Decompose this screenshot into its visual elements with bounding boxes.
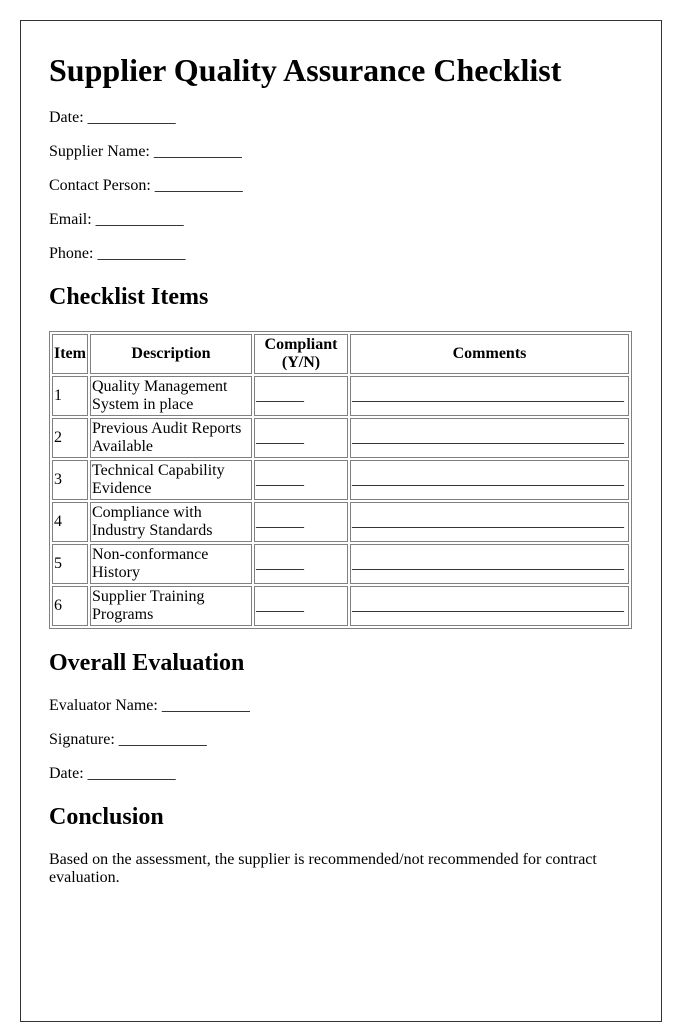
table-header-row: Item Description Compliant (Y/N) Comment…: [52, 334, 629, 374]
item-description: Compliance with Industry Standards: [89, 502, 252, 542]
table-row: 2 Previous Audit Reports Available _____…: [52, 418, 629, 458]
field-signature: Signature: ___________: [49, 731, 632, 749]
compliant-blank[interactable]: ______: [256, 471, 304, 488]
page-title: Supplier Quality Assurance Checklist: [49, 52, 562, 88]
field-label: Supplier Name:: [49, 143, 150, 160]
item-number: 6: [52, 586, 88, 626]
compliant-blank[interactable]: ______: [256, 597, 304, 614]
supplier-name-blank[interactable]: ___________: [154, 143, 242, 160]
field-label: Email:: [49, 211, 92, 228]
item-number: 5: [52, 544, 88, 584]
field-label: Evaluator Name:: [49, 697, 158, 714]
field-label: Date:: [49, 109, 84, 126]
compliant-blank[interactable]: ______: [256, 387, 304, 404]
comments-blank[interactable]: __________________________________: [352, 429, 624, 446]
comments-blank[interactable]: __________________________________: [352, 387, 624, 404]
item-number: 4: [52, 502, 88, 542]
comments-cell[interactable]: __________________________________: [349, 544, 629, 584]
checklist-table: Item Description Compliant (Y/N) Comment…: [49, 331, 632, 629]
conclusion-heading: Conclusion: [49, 804, 164, 830]
comments-cell[interactable]: __________________________________: [349, 460, 629, 500]
comments-cell[interactable]: __________________________________: [349, 376, 629, 416]
column-header-description: Description: [89, 334, 252, 374]
signature-blank[interactable]: ___________: [119, 731, 207, 748]
comments-blank[interactable]: __________________________________: [352, 471, 624, 488]
field-date: Date: ___________: [49, 109, 632, 127]
evaluation-heading: Overall Evaluation: [49, 650, 245, 676]
compliant-cell[interactable]: ______: [253, 376, 348, 416]
item-number: 2: [52, 418, 88, 458]
column-header-item: Item: [52, 334, 88, 374]
date-blank[interactable]: ___________: [88, 109, 176, 126]
phone-blank[interactable]: ___________: [97, 245, 185, 262]
email-blank[interactable]: ___________: [96, 211, 184, 228]
table-row: 5 Non-conformance History ______ _______…: [52, 544, 629, 584]
conclusion-text: Based on the assessment, the supplier is…: [49, 851, 597, 886]
field-phone: Phone: ___________: [49, 245, 632, 263]
field-label: Date:: [49, 765, 84, 782]
evaluation-date-blank[interactable]: ___________: [88, 765, 176, 782]
evaluator-name-blank[interactable]: ___________: [162, 697, 250, 714]
compliant-cell[interactable]: ______: [253, 418, 348, 458]
field-email: Email: ___________: [49, 211, 632, 229]
table-row: 6 Supplier Training Programs ______ ____…: [52, 586, 629, 626]
document-container: Supplier Quality Assurance Checklist Dat…: [20, 20, 662, 1022]
table-row: 4 Compliance with Industry Standards ___…: [52, 502, 629, 542]
item-description: Supplier Training Programs: [89, 586, 252, 626]
field-evaluation-date: Date: ___________: [49, 765, 632, 783]
comments-cell[interactable]: __________________________________: [349, 502, 629, 542]
compliant-cell[interactable]: ______: [253, 544, 348, 584]
comments-blank[interactable]: __________________________________: [352, 513, 624, 530]
contact-person-blank[interactable]: ___________: [155, 177, 243, 194]
comments-cell[interactable]: __________________________________: [349, 418, 629, 458]
item-description: Non-conformance History: [89, 544, 252, 584]
table-row: 1 Quality Management System in place ___…: [52, 376, 629, 416]
field-supplier-name: Supplier Name: ___________: [49, 143, 632, 161]
compliant-blank[interactable]: ______: [256, 513, 304, 530]
compliant-blank[interactable]: ______: [256, 429, 304, 446]
item-number: 3: [52, 460, 88, 500]
item-number: 1: [52, 376, 88, 416]
comments-cell[interactable]: __________________________________: [349, 586, 629, 626]
item-description: Quality Management System in place: [89, 376, 252, 416]
comments-blank[interactable]: __________________________________: [352, 597, 624, 614]
column-header-comments: Comments: [349, 334, 629, 374]
compliant-blank[interactable]: ______: [256, 555, 304, 572]
column-header-compliant: Compliant (Y/N): [253, 334, 348, 374]
field-evaluator-name: Evaluator Name: ___________: [49, 697, 632, 715]
compliant-cell[interactable]: ______: [253, 586, 348, 626]
table-row: 3 Technical Capability Evidence ______ _…: [52, 460, 629, 500]
field-label: Signature:: [49, 731, 115, 748]
field-label: Contact Person:: [49, 177, 151, 194]
item-description: Technical Capability Evidence: [89, 460, 252, 500]
compliant-cell[interactable]: ______: [253, 502, 348, 542]
column-header-compliant-label: Compliant (Y/N): [264, 336, 338, 371]
comments-blank[interactable]: __________________________________: [352, 555, 624, 572]
checklist-heading: Checklist Items: [49, 284, 209, 310]
item-description: Previous Audit Reports Available: [89, 418, 252, 458]
field-label: Phone:: [49, 245, 94, 262]
compliant-cell[interactable]: ______: [253, 460, 348, 500]
field-contact-person: Contact Person: ___________: [49, 177, 632, 195]
